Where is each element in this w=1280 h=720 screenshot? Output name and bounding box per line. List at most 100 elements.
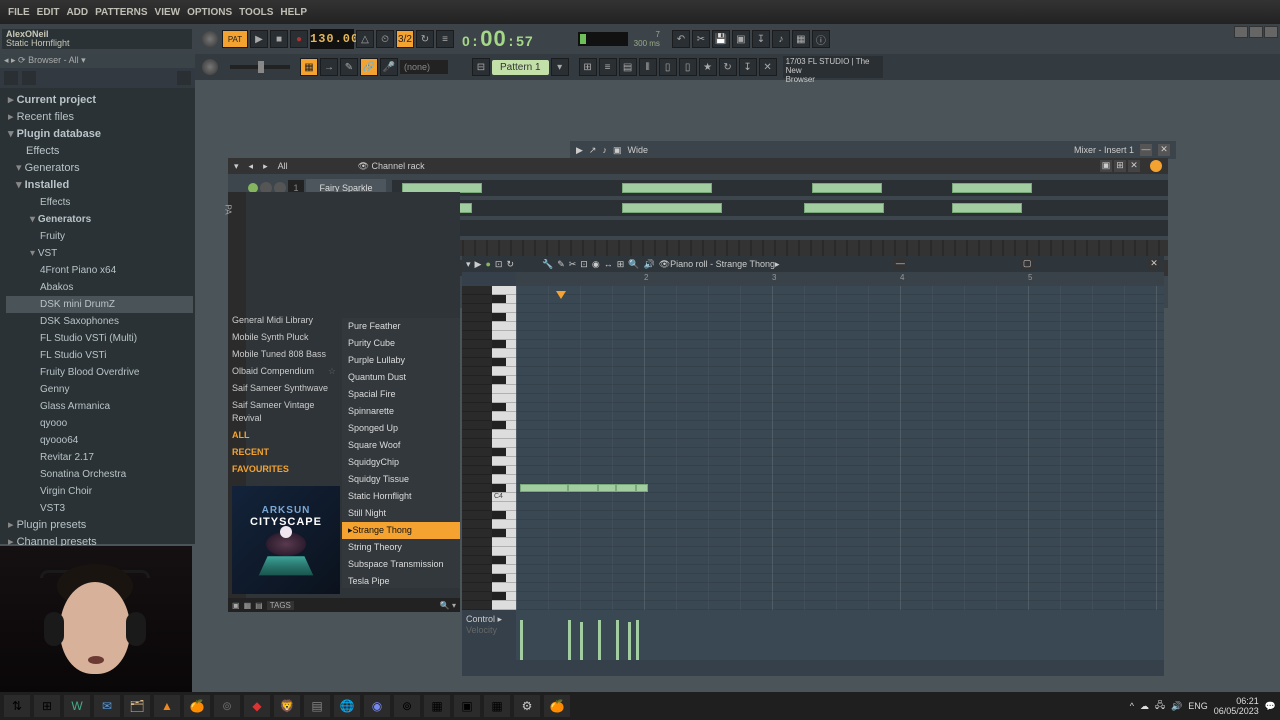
cr-a-icon[interactable]: ▣ bbox=[1100, 160, 1112, 172]
tree-item[interactable]: Recent files bbox=[6, 109, 193, 126]
preset-item[interactable]: Spinnarette bbox=[342, 403, 460, 420]
preset-list[interactable]: Pure FeatherPurity CubePurple LullabyQua… bbox=[342, 318, 460, 588]
tree-item[interactable]: Generators bbox=[6, 160, 193, 177]
preset-filter[interactable]: ALL bbox=[228, 427, 340, 444]
tray-lang[interactable]: ENG bbox=[1188, 701, 1208, 711]
preset-item[interactable]: Subspace Transmission bbox=[342, 556, 460, 573]
preset-item[interactable]: Spacial Fire bbox=[342, 386, 460, 403]
preset-cat[interactable]: General Midi Library bbox=[228, 312, 340, 329]
preset-item[interactable]: Sponged Up bbox=[342, 420, 460, 437]
mic-icon[interactable]: 🎤 bbox=[380, 58, 398, 76]
menu-add[interactable]: ADD bbox=[64, 6, 90, 19]
chan-steps[interactable] bbox=[392, 180, 1168, 196]
menu-options[interactable]: OPTIONS bbox=[185, 6, 234, 19]
chan-steps[interactable] bbox=[392, 220, 1168, 236]
tray-notif-icon[interactable]: 💬 bbox=[1265, 701, 1276, 712]
app-fl2-icon[interactable]: 🍊 bbox=[544, 695, 570, 717]
tree-item[interactable]: DSK Saxophones bbox=[6, 313, 193, 330]
preset-item[interactable]: Still Night bbox=[342, 505, 460, 522]
cr-b-icon[interactable]: ⊞ bbox=[1114, 160, 1126, 172]
t6-icon[interactable]: ✕ bbox=[759, 58, 777, 76]
pat-mode-button[interactable]: PAT bbox=[222, 30, 248, 48]
mixer-header[interactable]: ▶↗♪▣ Wide Mixer - Insert 1 — ✕ bbox=[570, 141, 1176, 159]
pr-close-icon[interactable]: ✕ bbox=[1148, 258, 1160, 270]
preset-item[interactable]: Static Hornflight bbox=[342, 488, 460, 505]
app-g-icon[interactable]: ▣ bbox=[454, 695, 480, 717]
preset-item[interactable]: Square Woof bbox=[342, 437, 460, 454]
cr-knob[interactable] bbox=[1150, 160, 1162, 172]
onekey-icon[interactable]: ♪ bbox=[772, 30, 790, 48]
piano-roll-ruler[interactable]: 2 3 4 5 bbox=[516, 272, 1164, 286]
tray-up-icon[interactable]: ^ bbox=[1130, 701, 1134, 711]
tree-item[interactable]: Plugin database bbox=[6, 126, 193, 143]
preset-filter[interactable]: FAVOURITES bbox=[228, 461, 340, 478]
tree-item[interactable]: qyooo64 bbox=[6, 432, 193, 449]
velocity-panel[interactable]: Control ▸ Velocity bbox=[462, 610, 1164, 660]
preset-item[interactable]: Strange Thong bbox=[342, 522, 460, 539]
tray-net-icon[interactable]: 🖧 bbox=[1155, 698, 1165, 714]
app-brave-icon[interactable]: 🦁 bbox=[274, 695, 300, 717]
preset-item[interactable]: String Theory bbox=[342, 539, 460, 556]
pr-min-icon[interactable]: — bbox=[894, 258, 906, 270]
tree-item[interactable]: Glass Armanica bbox=[6, 398, 193, 415]
piano-roll-header[interactable]: ▾▶●⊡↻ 🔧✎✂⊡◉↔⊞🔍🔊 👁 Piano roll - Strange T… bbox=[462, 256, 1164, 272]
tree-item[interactable]: Virgin Choir bbox=[6, 483, 193, 500]
preset-cat[interactable]: Mobile Tuned 808 Bass bbox=[228, 346, 340, 363]
cut-icon[interactable]: ✂ bbox=[692, 30, 710, 48]
playhead-marker[interactable] bbox=[556, 286, 566, 304]
tree-item[interactable]: 4Front Piano x64 bbox=[6, 262, 193, 279]
countdown-icon[interactable]: ⏲ bbox=[376, 30, 394, 48]
preset-bottom[interactable]: ▣▦▤ TAGS 🔍 ▾ bbox=[228, 598, 460, 612]
preset-cat[interactable]: Saif Sameer Vintage Revival bbox=[228, 397, 340, 427]
tree-item[interactable]: Fruity Blood Overdrive bbox=[6, 364, 193, 381]
t1-icon[interactable]: ▯ bbox=[659, 58, 677, 76]
tree-item[interactable]: Abakos bbox=[6, 279, 193, 296]
preset-item[interactable]: Purity Cube bbox=[342, 335, 460, 352]
pan-knob[interactable] bbox=[202, 59, 218, 75]
snap-combo[interactable]: (none) bbox=[400, 60, 448, 74]
main-menu[interactable]: FILE EDIT ADD PATTERNS VIEW OPTIONS TOOL… bbox=[0, 0, 1280, 24]
export-icon[interactable]: ↧ bbox=[752, 30, 770, 48]
pr-icon[interactable]: ≡ bbox=[599, 58, 617, 76]
windows-taskbar[interactable]: ⇅ ⊞ W ✉ 🗂 ▲ 🍊 ⊚ ◆ 🦁 ▤ 🌐 ◉ ⊚ ▦ ▣ ▦ ⚙ 🍊 ^ … bbox=[0, 692, 1280, 720]
time-display[interactable]: 0:00:57 bbox=[456, 26, 540, 52]
window-controls[interactable] bbox=[1234, 26, 1278, 38]
tray-cloud-icon[interactable]: ☁ bbox=[1140, 701, 1149, 712]
menu-patterns[interactable]: PATTERNS bbox=[93, 6, 149, 19]
render-icon[interactable]: ▣ bbox=[732, 30, 750, 48]
pr-max-icon[interactable]: ▢ bbox=[1021, 258, 1033, 270]
preset-cat[interactable]: Olbaid Compendium bbox=[228, 363, 340, 380]
arrow-icon[interactable]: → bbox=[320, 58, 338, 76]
app-word-icon[interactable]: W bbox=[64, 695, 90, 717]
view1-icon[interactable]: ▦ bbox=[792, 30, 810, 48]
preset-cat[interactable]: Saif Sameer Synthwave bbox=[228, 380, 340, 397]
app-f-icon[interactable]: ▦ bbox=[424, 695, 450, 717]
app-c-icon[interactable]: ▤ bbox=[304, 695, 330, 717]
tree-item[interactable]: Generators bbox=[6, 211, 193, 228]
tree-item[interactable]: Current project bbox=[6, 92, 193, 109]
app-b-icon[interactable]: ◆ bbox=[244, 695, 270, 717]
menu-edit[interactable]: EDIT bbox=[35, 6, 62, 19]
piano-keys[interactable]: C5C4 bbox=[462, 286, 516, 610]
tree-item[interactable]: Revitar 2.17 bbox=[6, 449, 193, 466]
pattern-next[interactable]: ▾ bbox=[551, 58, 569, 76]
mixer-min-icon[interactable]: — bbox=[1140, 144, 1152, 156]
news-panel[interactable]: 17/03 FL STUDIO | The NewBrowser bbox=[783, 56, 883, 78]
chan-steps[interactable] bbox=[392, 200, 1168, 216]
tree-item[interactable]: Effects bbox=[6, 143, 193, 160]
preset-item[interactable]: Purple Lullaby bbox=[342, 352, 460, 369]
tree-item[interactable]: Fruity bbox=[6, 228, 193, 245]
tree-item[interactable]: qyooo bbox=[6, 415, 193, 432]
app-settings-icon[interactable]: ⚙ bbox=[514, 695, 540, 717]
tree-item[interactable]: Sonatina Orchestra bbox=[6, 466, 193, 483]
link-icon[interactable]: 🔗 bbox=[360, 58, 378, 76]
tree-item[interactable]: DSK mini DrumZ bbox=[6, 296, 193, 313]
app-vlc-icon[interactable]: ▲ bbox=[154, 695, 180, 717]
pattern-prev[interactable]: ⊟ bbox=[472, 58, 490, 76]
chan-steps[interactable] bbox=[392, 240, 1168, 256]
app-d-icon[interactable]: 🌐 bbox=[334, 695, 360, 717]
grid-icon[interactable]: ▦ bbox=[300, 58, 318, 76]
undo-icon[interactable]: ↶ bbox=[672, 30, 690, 48]
stop-button[interactable]: ■ bbox=[270, 30, 288, 48]
metronome-icon[interactable]: △ bbox=[356, 30, 374, 48]
